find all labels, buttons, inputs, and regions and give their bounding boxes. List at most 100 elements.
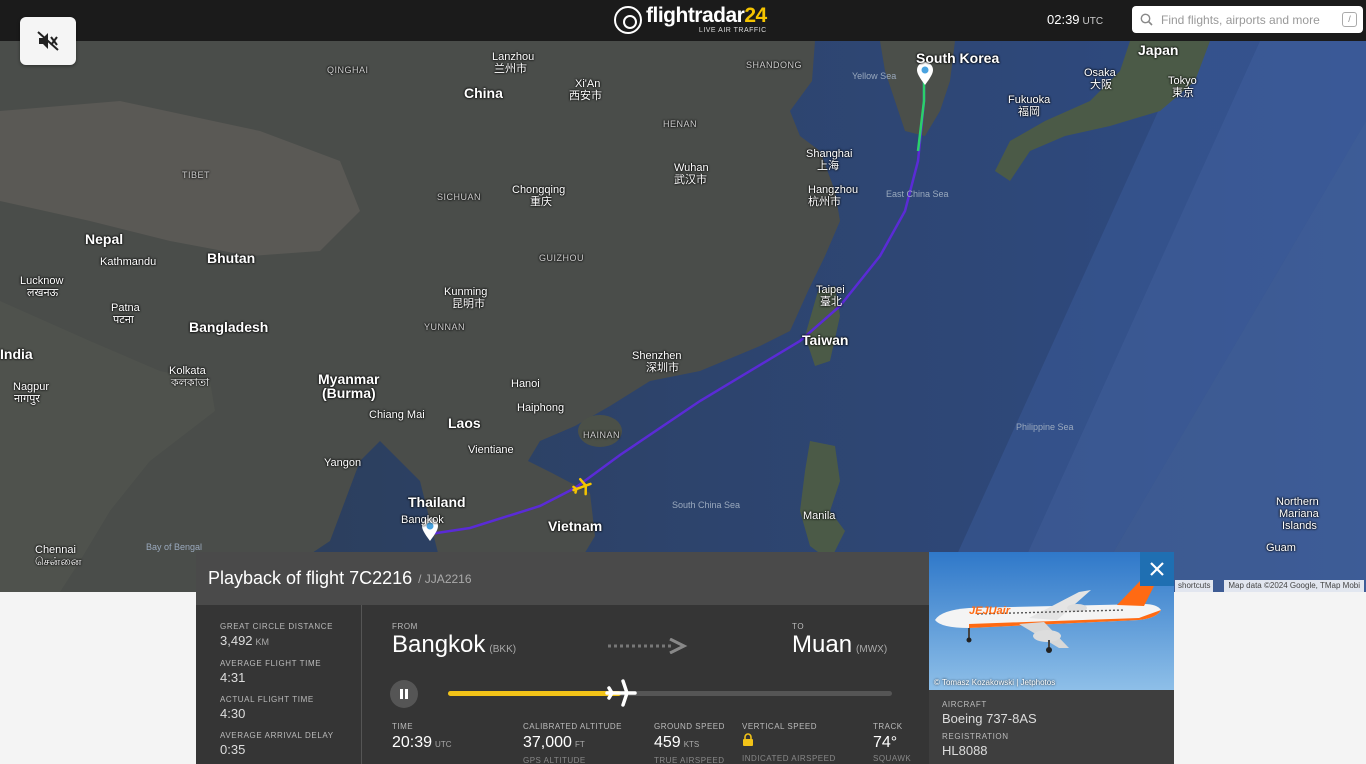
- metric-ground-speed: GROUND SPEED 459 KTS TRUE AIRSPEED: [654, 722, 725, 764]
- metric-label: GROUND SPEED: [654, 722, 725, 731]
- aircraft-label: AIRCRAFT: [942, 700, 987, 709]
- map-label-xian-cn: 西安市: [569, 90, 602, 102]
- from-label: FROM: [392, 622, 418, 631]
- map-label-bangkok: Bangkok: [401, 514, 444, 526]
- map-label-shenzhen-cn: 深圳市: [646, 362, 679, 374]
- map-label-tibet: TIBET: [182, 170, 211, 180]
- map-label-wuhan-cn: 武汉市: [674, 174, 707, 186]
- panel-title: Playback of flight 7C2216: [208, 568, 413, 588]
- pause-button[interactable]: [390, 680, 418, 708]
- from-city: Bangkok: [392, 631, 486, 658]
- search-box[interactable]: /: [1132, 6, 1363, 33]
- metric-label: CALIBRATED ALTITUDE: [523, 722, 622, 731]
- map-label-taiwan: Taiwan: [802, 332, 849, 348]
- logo-number: 24: [744, 4, 767, 27]
- metric-time: TIME 20:39 UTC: [392, 722, 452, 756]
- close-button[interactable]: [1140, 552, 1174, 586]
- map-label-kunming-cn: 昆明市: [452, 298, 485, 310]
- stat-label: AVERAGE ARRIVAL DELAY: [220, 731, 334, 740]
- map-label-kolkata-hi: কলকাতা: [171, 377, 210, 389]
- map-label-shandong: SHANDONG: [746, 60, 803, 70]
- aircraft-info: AIRCRAFT Boeing 737-8AS REGISTRATION HL8…: [942, 700, 1037, 764]
- metric-label: TIME: [392, 722, 414, 731]
- map-label-henan: HENAN: [663, 119, 698, 129]
- metric-sublabel: GPS ALTITUDE: [523, 756, 586, 764]
- map-label-thailand: Thailand: [408, 494, 466, 510]
- map[interactable]: Lanzhou 兰州市 QINGHAI China Xi'An 西安市 SHAN…: [0, 41, 1366, 592]
- map-label-bhutan: Bhutan: [207, 250, 256, 266]
- map-label-fukuoka: Fukuoka: [1008, 94, 1051, 106]
- flight-playback-panel: Playback of flight 7C2216 / JJA2216 GREA…: [196, 552, 929, 764]
- stat-value: 4:31: [220, 670, 246, 685]
- metric-value: 459: [654, 734, 681, 751]
- photo-credit[interactable]: © Tomasz Kozakowski | Jetphotos: [934, 678, 1055, 687]
- airplane-icon[interactable]: [605, 679, 637, 707]
- map-label-shenzhen: Shenzhen: [632, 350, 682, 362]
- map-label-northern-mariana-1: Northern: [1276, 496, 1319, 508]
- stat-value: 4:30: [220, 706, 246, 721]
- aircraft-photo-image: [929, 552, 1174, 690]
- route-origin[interactable]: FROM Bangkok (BKK): [392, 622, 516, 659]
- map-label-kathmandu: Kathmandu: [100, 256, 157, 268]
- aircraft-card: JEJUair © Tomasz Kozakowski | Jetphotos …: [929, 552, 1174, 764]
- lock-icon[interactable]: [742, 733, 754, 747]
- map-label-guam: Guam: [1266, 542, 1296, 554]
- map-label-hainan: HAINAN: [583, 430, 621, 440]
- keyboard-shortcuts-link[interactable]: shortcuts: [1175, 580, 1214, 592]
- map-label-guizhou: GUIZHOU: [539, 253, 584, 263]
- stat-label: GREAT CIRCLE DISTANCE: [220, 622, 334, 631]
- map-attribution[interactable]: Map data ©2024 Google, TMap Mobi: [1224, 580, 1364, 592]
- route-destination[interactable]: TO Muan (MWX): [792, 622, 887, 659]
- map-label-taipei: Taipei: [816, 284, 845, 296]
- map-label-qinghai: QINGHAI: [327, 65, 369, 75]
- map-label-vientiane: Vientiane: [468, 444, 514, 456]
- aircraft-photo[interactable]: JEJUair © Tomasz Kozakowski | Jetphotos: [929, 552, 1174, 690]
- metric-value: 37,000: [523, 734, 572, 751]
- map-label-manila: Manila: [803, 510, 836, 522]
- logo-tagline: LIVE AIR TRAFFIC: [698, 27, 767, 34]
- map-label-lucknow-hi: लखनऊ: [27, 287, 59, 299]
- mute-button[interactable]: [20, 17, 76, 65]
- map-label-wuhan: Wuhan: [674, 162, 709, 174]
- registration-value[interactable]: HL8088: [942, 742, 1037, 759]
- map-label-tokyo: Tokyo: [1168, 75, 1197, 87]
- metric-value: 20:39: [392, 734, 433, 751]
- radar-logo-icon: [614, 6, 642, 34]
- page-background-left: [0, 592, 196, 764]
- map-label-taipei-cn: 臺北: [820, 296, 842, 308]
- metric-unit: KTS: [683, 740, 700, 749]
- map-label-shanghai-cn: 上海: [817, 160, 839, 172]
- map-label-lanzhou: Lanzhou: [492, 51, 535, 63]
- map-label-lucknow: Lucknow: [20, 275, 64, 287]
- map-label-lanzhou-cn: 兰州市: [494, 63, 527, 75]
- flightradar24-logo[interactable]: flightradar24 LIVE AIR TRAFFIC: [614, 3, 767, 37]
- map-label-yangon: Yangon: [324, 457, 362, 469]
- map-label-chiang-mai: Chiang Mai: [369, 409, 425, 421]
- map-label-japan: Japan: [1138, 42, 1179, 58]
- map-label-vietnam: Vietnam: [548, 518, 603, 534]
- metric-unit: FT: [574, 740, 585, 749]
- stat-value: 0:35: [220, 742, 246, 757]
- mute-icon: [37, 31, 59, 51]
- playback-slider[interactable]: [448, 679, 892, 707]
- search-input[interactable]: [1161, 12, 1331, 27]
- metric-label: VERTICAL SPEED: [742, 722, 818, 731]
- app-root: Lanzhou 兰州市 QINGHAI China Xi'An 西安市 SHAN…: [0, 0, 1366, 764]
- map-label-china: China: [464, 85, 503, 101]
- panel-callsign: / JJA2216: [418, 571, 472, 586]
- map-label-india: India: [0, 346, 33, 362]
- aircraft-livery-text: JEJUair: [969, 605, 1010, 617]
- flight-stats: GREAT CIRCLE DISTANCE 3,492 KM AVERAGE FL…: [196, 605, 362, 764]
- map-label-chongqing: Chongqing: [512, 184, 566, 196]
- stat-average-flight-time: AVERAGE FLIGHT TIME 4:31: [220, 659, 361, 687]
- map-label-laos: Laos: [448, 415, 481, 431]
- search-shortcut-key: /: [1342, 12, 1357, 27]
- map-label-tokyo-cn: 東京: [1172, 87, 1194, 99]
- map-label-myanmar: Myanmar: [318, 371, 380, 387]
- map-label-hangzhou-cn: 杭州市: [808, 196, 841, 208]
- route-arrow-icon: [608, 638, 688, 654]
- stat-label: ACTUAL FLIGHT TIME: [220, 695, 314, 704]
- map-label-hangzhou: Hangzhou: [808, 184, 859, 196]
- map-label-chennai: Chennai: [35, 544, 76, 556]
- map-label-chennai-ta: சென்னை: [35, 556, 82, 568]
